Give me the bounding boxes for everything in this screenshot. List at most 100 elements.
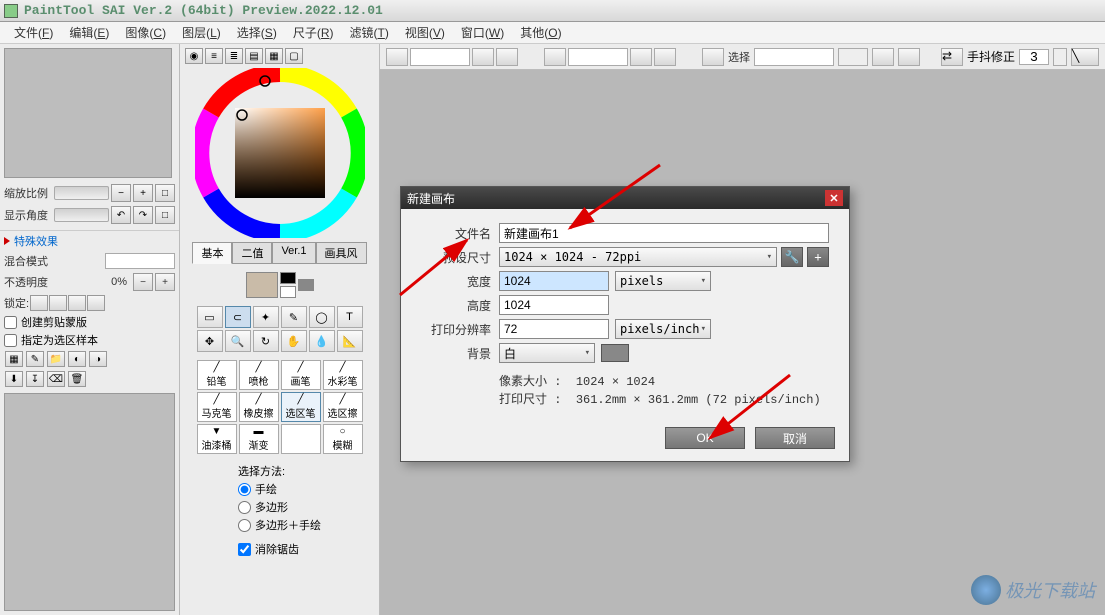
hsv-slider-icon[interactable]: ≣	[225, 48, 243, 64]
menu-window[interactable]: 窗口(W)	[453, 22, 512, 43]
tab-binary[interactable]: 二值	[232, 242, 272, 264]
selection-source-checkbox[interactable]	[4, 334, 17, 347]
color-wheel-icon[interactable]: ◉	[185, 48, 203, 64]
ct-rot-cw[interactable]	[630, 48, 652, 66]
resolution-unit-dropdown[interactable]: pixels/inch	[615, 319, 711, 339]
shape-tool[interactable]: ◯	[309, 306, 335, 328]
ruler-tool[interactable]: 📐	[337, 330, 363, 352]
width-input[interactable]	[499, 271, 609, 291]
width-unit-dropdown[interactable]: pixels	[615, 271, 711, 291]
ct-zoom-in[interactable]	[472, 48, 494, 66]
wand-tool[interactable]: ✦	[253, 306, 279, 328]
swatch-white[interactable]	[280, 286, 296, 298]
brush-pencil[interactable]: ╱铅笔	[197, 360, 237, 390]
dialog-close-button[interactable]: ✕	[825, 190, 843, 206]
ct-rot-ccw[interactable]	[544, 48, 566, 66]
clipping-mask-row[interactable]: 创建剪贴蒙版	[0, 313, 179, 331]
merge-down-button[interactable]: ⬇	[5, 371, 23, 387]
zoom-out-button[interactable]: −	[111, 184, 131, 202]
preset-dropdown[interactable]: 1024 × 1024 - 72ppi	[499, 247, 777, 267]
swatch-icon[interactable]: ▦	[265, 48, 283, 64]
move-tool[interactable]: ✥	[197, 330, 223, 352]
sel-poly-free[interactable]: 多边形＋手绘	[238, 516, 321, 534]
ct-zoom-field[interactable]	[410, 48, 470, 66]
apply-mask-button[interactable]: ◑	[89, 351, 107, 367]
lock-alpha-button[interactable]	[30, 295, 48, 311]
dialog-titlebar[interactable]: 新建画布 ✕	[401, 187, 849, 209]
blend-mode-dropdown[interactable]	[105, 253, 175, 269]
opacity-down-button[interactable]: −	[133, 273, 153, 291]
rgb-slider-icon[interactable]: ≡	[205, 48, 223, 64]
tab-ver1[interactable]: Ver.1	[272, 242, 315, 264]
brush-sel-pen[interactable]: ╱选区笔	[281, 392, 321, 422]
ct-flip-h[interactable]	[702, 48, 724, 66]
brush-airbrush[interactable]: ╱喷枪	[239, 360, 279, 390]
lock-all-button[interactable]	[87, 295, 105, 311]
delete-layer-button[interactable]: 🗑	[68, 371, 86, 387]
navigator-preview[interactable]	[4, 48, 172, 178]
fg-color-swatch[interactable]	[246, 272, 278, 298]
antialias-row[interactable]: 消除锯齿	[238, 540, 321, 558]
brush-watercolor[interactable]: ╱水彩笔	[323, 360, 363, 390]
sel-poly-free-radio[interactable]	[238, 519, 251, 532]
brush-blur[interactable]: ○模糊	[323, 424, 363, 454]
sel-polygon-radio[interactable]	[238, 501, 251, 514]
stabilizer-value[interactable]	[1019, 49, 1049, 65]
angle-reset-button[interactable]: □	[155, 206, 175, 224]
hand-tool[interactable]: ✋	[281, 330, 307, 352]
layer-list[interactable]	[4, 393, 175, 611]
menu-file[interactable]: 文件(F)	[6, 22, 61, 43]
lock-paint-button[interactable]	[49, 295, 67, 311]
rotate-tool[interactable]: ↻	[253, 330, 279, 352]
gray-slider-icon[interactable]: ▤	[245, 48, 263, 64]
antialias-checkbox[interactable]	[238, 543, 251, 556]
brush-bucket[interactable]: ▼油漆桶	[197, 424, 237, 454]
background-dropdown[interactable]: 白	[499, 343, 595, 363]
brush-eraser[interactable]: ╱橡皮擦	[239, 392, 279, 422]
bg-color-swatch[interactable]	[298, 279, 314, 291]
tab-paint-style[interactable]: 画具风	[316, 242, 367, 264]
opacity-up-button[interactable]: +	[155, 273, 175, 291]
ct-select-redo[interactable]	[898, 48, 920, 66]
ok-button[interactable]: OK	[665, 427, 745, 449]
new-linework-button[interactable]: ✎	[26, 351, 44, 367]
text-tool[interactable]: T	[337, 306, 363, 328]
brush-empty[interactable]	[281, 424, 321, 454]
tab-basic[interactable]: 基本	[192, 242, 232, 264]
brush-sel-eraser[interactable]: ╱选区擦	[323, 392, 363, 422]
ct-zoom-fit[interactable]	[496, 48, 518, 66]
angle-slider[interactable]	[54, 208, 109, 222]
menu-filter[interactable]: 滤镜(T)	[342, 22, 397, 43]
new-mask-button[interactable]: ◐	[68, 351, 86, 367]
transfer-down-button[interactable]: ↧	[26, 371, 44, 387]
color-wheel[interactable]	[195, 68, 365, 238]
menu-ruler[interactable]: 尺子(R)	[285, 22, 342, 43]
menu-edit[interactable]: 编辑(E)	[61, 22, 117, 43]
sel-freehand[interactable]: 手绘	[238, 480, 321, 498]
ct-angle-field[interactable]	[568, 48, 628, 66]
stabilizer-dd[interactable]	[1053, 48, 1067, 66]
eyedropper-tool[interactable]: 💧	[309, 330, 335, 352]
brush-gradient[interactable]: ▬渐变	[239, 424, 279, 454]
angle-cw-button[interactable]: ↷	[133, 206, 153, 224]
stabilizer-pen-icon[interactable]: ╲	[1071, 48, 1099, 66]
selection-source-row[interactable]: 指定为选区样本	[0, 331, 179, 349]
zoom-slider[interactable]	[54, 186, 109, 200]
sel-polygon[interactable]: 多边形	[238, 498, 321, 516]
brush-brush[interactable]: ╱画笔	[281, 360, 321, 390]
zoom-tool[interactable]: 🔍	[225, 330, 251, 352]
background-color-swatch[interactable]	[601, 344, 629, 362]
lasso-tool[interactable]: ⊂	[225, 306, 251, 328]
ct-select-dd[interactable]	[838, 48, 868, 66]
pen-tool[interactable]: ✎	[281, 306, 307, 328]
menu-image[interactable]: 图像(C)	[117, 22, 174, 43]
height-input[interactable]	[499, 295, 609, 315]
rect-select-tool[interactable]: ▭	[197, 306, 223, 328]
new-layer-button[interactable]: ▦	[5, 351, 23, 367]
angle-ccw-button[interactable]: ↶	[111, 206, 131, 224]
stabilizer-toggle[interactable]: ⇄	[941, 48, 963, 66]
special-effects-header[interactable]: 特殊效果	[0, 230, 179, 251]
ct-select-undo[interactable]	[872, 48, 894, 66]
menu-select[interactable]: 选择(S)	[229, 22, 285, 43]
menu-view[interactable]: 视图(V)	[397, 22, 453, 43]
